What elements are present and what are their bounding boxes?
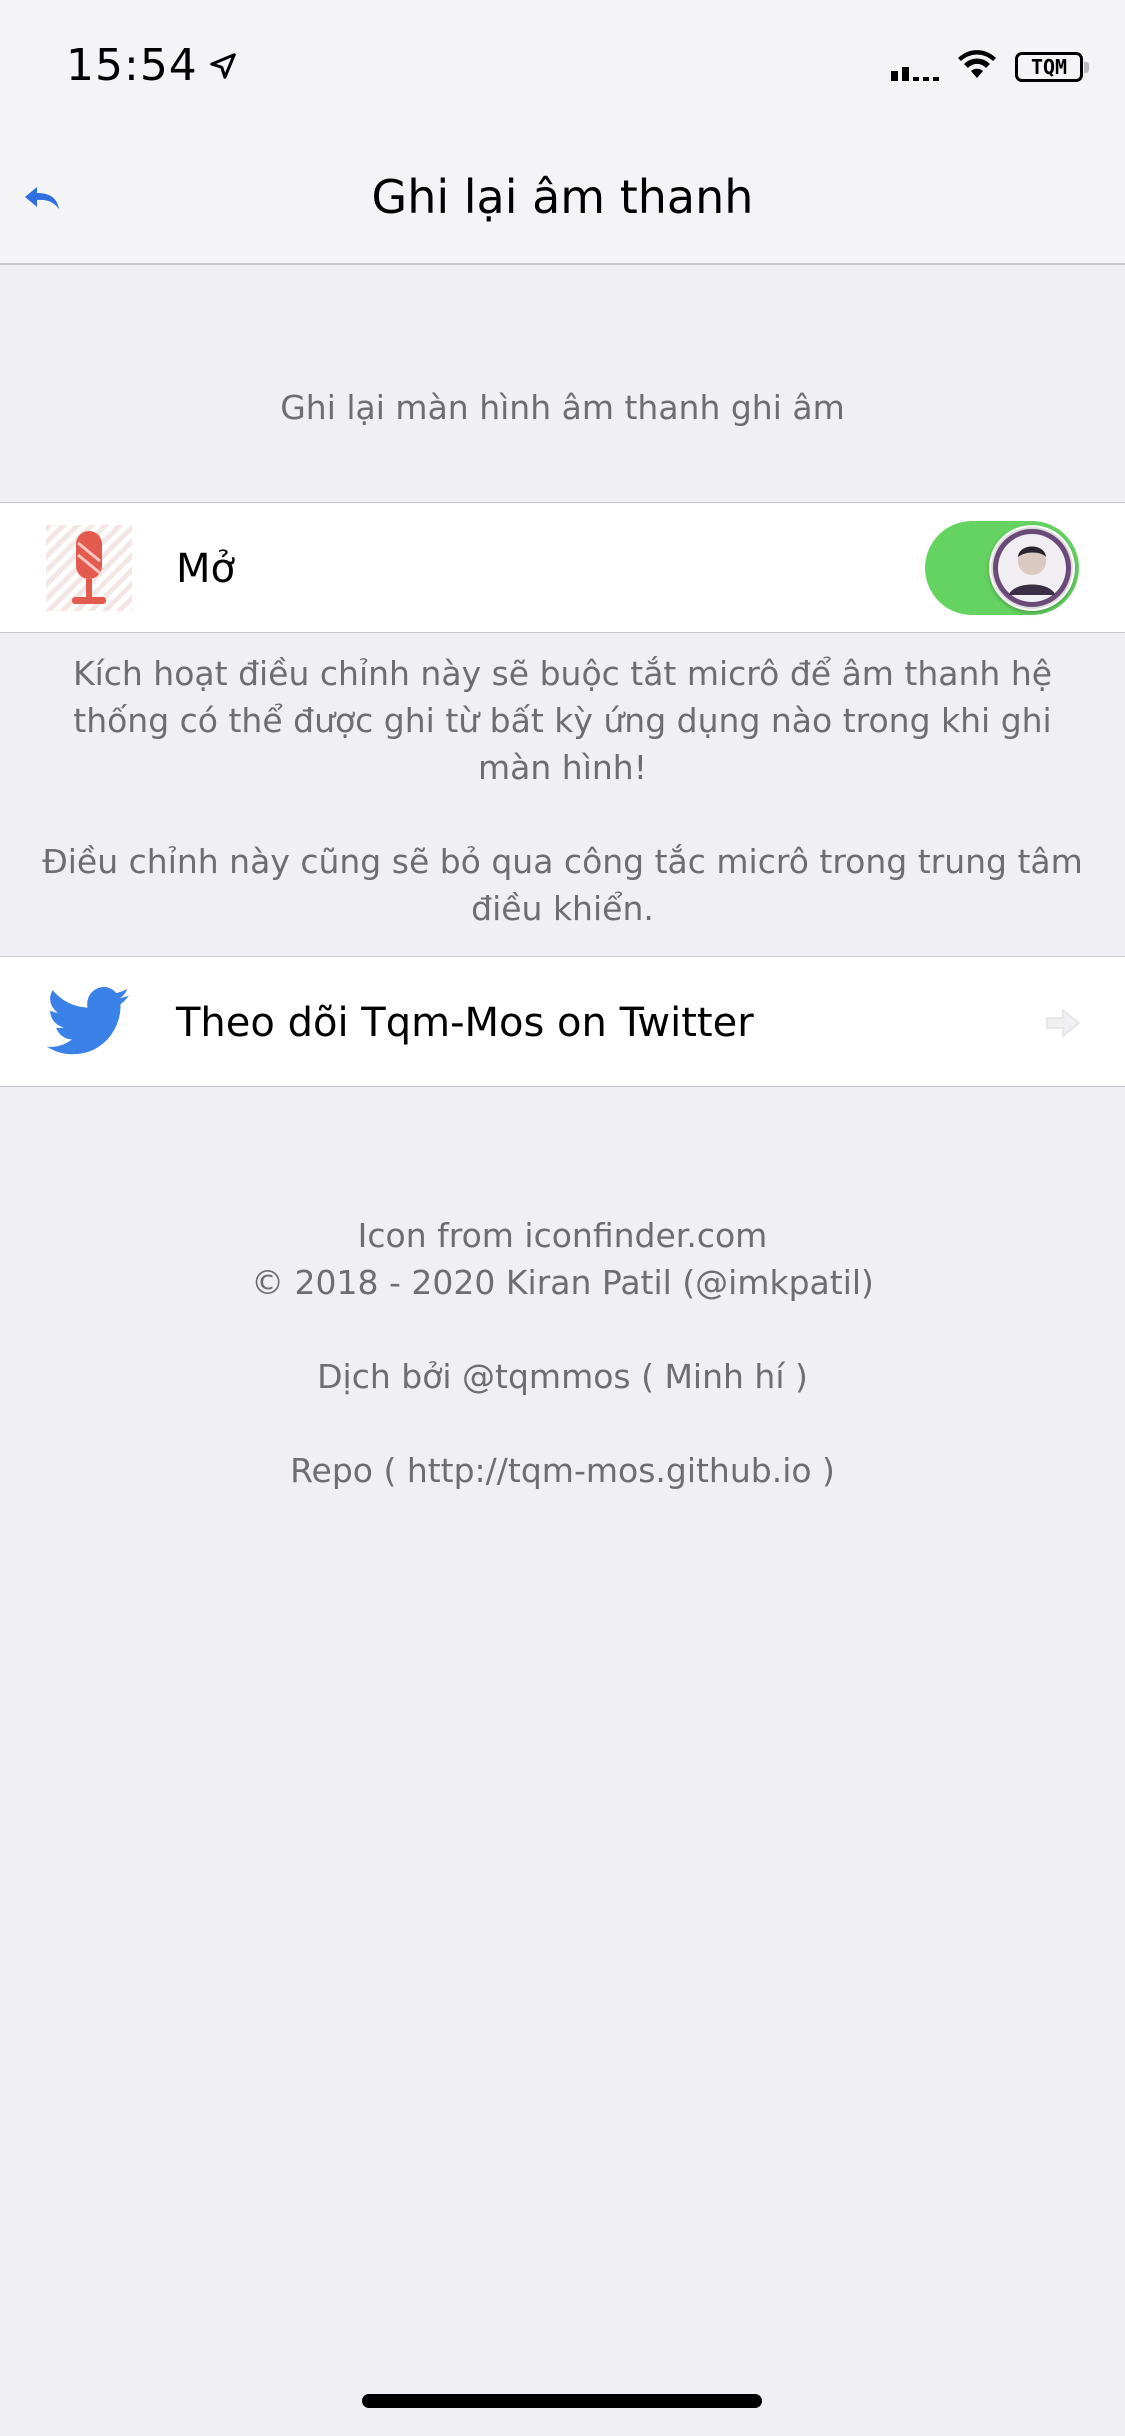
- mic-toggle-label: Mở: [176, 545, 235, 592]
- credits-repo: Repo ( http://tqm-mos.github.io ): [290, 1451, 835, 1490]
- credits-icon-source: Icon from iconfinder.com: [357, 1216, 768, 1255]
- mic-footer-text-2: Điều chỉnh này cũng sẽ bỏ qua công tắc m…: [42, 842, 1083, 928]
- microphone-icon: [46, 525, 132, 611]
- section-header: Ghi lại màn hình âm thanh ghi âm: [280, 388, 845, 427]
- status-time-text: 15:54: [66, 40, 198, 91]
- mic-toggle-cell: Mở: [0, 502, 1125, 633]
- mic-cell-footer: Kích hoạt điều chỉnh này sẽ buộc tắt mic…: [40, 650, 1085, 932]
- mic-footer-text-1: Kích hoạt điều chỉnh này sẽ buộc tắt mic…: [72, 654, 1053, 787]
- page-title: Ghi lại âm thanh: [371, 170, 754, 224]
- battery-icon: TQM: [1015, 52, 1089, 82]
- credits-copyright: © 2018 - 2020 Kiran Patil (@imkpatil): [251, 1263, 874, 1302]
- toggle-knob: [989, 525, 1075, 611]
- navigation-bar: Ghi lại âm thanh: [0, 140, 1125, 265]
- status-indicators: TQM: [891, 50, 1089, 84]
- status-time: 15:54: [66, 40, 238, 91]
- cellular-signal-icon: [891, 53, 939, 81]
- carrier-text: TQM: [1030, 55, 1068, 79]
- twitter-bird-icon: [46, 979, 132, 1065]
- location-arrow-icon: [208, 51, 238, 81]
- credits-section: Icon from iconfinder.com © 2018 - 2020 K…: [0, 1212, 1125, 1494]
- avatar: [991, 527, 1073, 609]
- credits-translator: Dịch bởi @tqmmos ( Minh hí ): [317, 1357, 808, 1396]
- twitter-follow-label: Theo dõi Tqm-Mos on Twitter: [176, 999, 754, 1046]
- wifi-icon: [957, 50, 997, 84]
- mic-toggle-switch[interactable]: [925, 521, 1079, 615]
- twitter-follow-cell[interactable]: Theo dõi Tqm-Mos on Twitter: [0, 956, 1125, 1087]
- home-indicator[interactable]: [362, 2394, 762, 2408]
- status-bar: 15:54 TQM: [0, 0, 1125, 140]
- share-arrow-icon: [1041, 1001, 1085, 1045]
